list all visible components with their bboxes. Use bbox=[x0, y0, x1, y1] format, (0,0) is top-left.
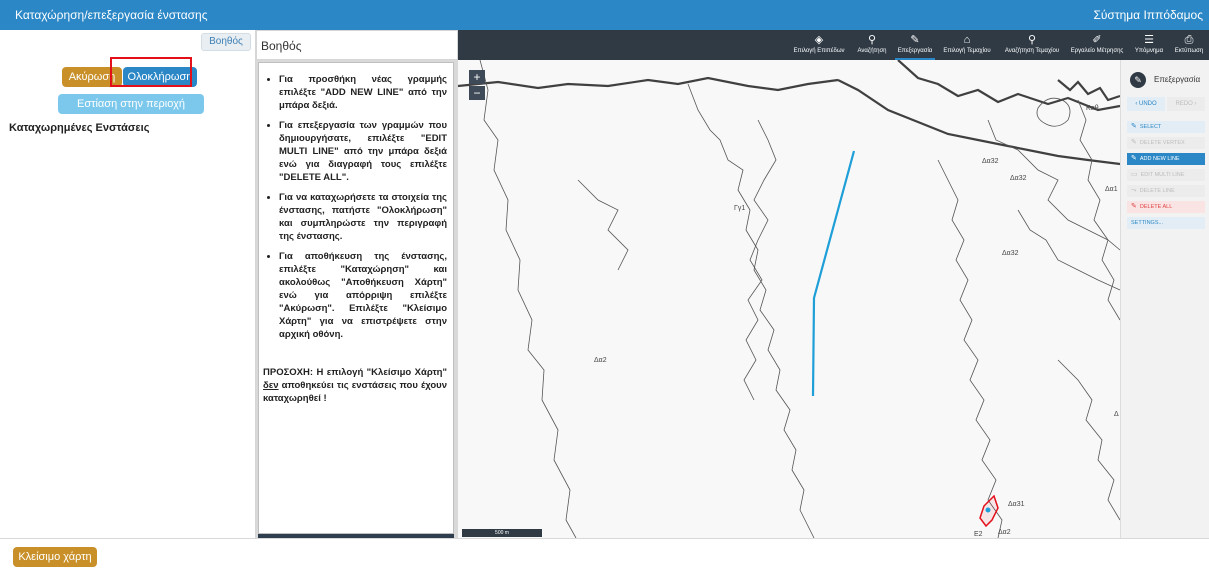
select-icon: ✎ bbox=[1131, 123, 1137, 130]
toolbar-label: Επιλογή Επιπέδων bbox=[793, 48, 845, 54]
map-area: ◈ Επιλογή Επιπέδων ⚲ Αναζήτηση ✎ Επεξεργ… bbox=[458, 30, 1209, 538]
map-label: Δα32 bbox=[1010, 175, 1027, 182]
toolbar-label: Εργαλείο Μέτρησης bbox=[1070, 48, 1124, 54]
help-warning: ΠΡΟΣΟΧΗ: Η επιλογή "Κλείσιμο Χάρτη" δεν … bbox=[259, 348, 453, 405]
delete-line-button[interactable]: ⤳ DELETE LINE bbox=[1127, 185, 1205, 197]
delete-line-label: DELETE LINE bbox=[1139, 188, 1175, 194]
toolbar-measure[interactable]: ✐ Εργαλείο Μέτρησης bbox=[1068, 30, 1126, 60]
footer-bar: Κλείσιμο χάρτη bbox=[0, 538, 1209, 568]
help-panel: Βοηθός Για προσθήκη νέας γραμμής επιλέξτ… bbox=[256, 30, 458, 538]
select-label: SELECT bbox=[1139, 124, 1162, 130]
parcel-vertex bbox=[985, 507, 991, 513]
toolbar-label: Εκτύπωση bbox=[1174, 48, 1204, 54]
map-label: Δα2 bbox=[998, 529, 1011, 536]
delete-all-button[interactable]: ✎ DELETE ALL bbox=[1127, 201, 1205, 213]
close-map-button[interactable]: Κλείσιμο χάρτη bbox=[13, 547, 97, 567]
map-toolbar: ◈ Επιλογή Επιπέδων ⚲ Αναζήτηση ✎ Επεξεργ… bbox=[458, 30, 1209, 60]
edit-multi-line-label: EDIT MULTI LINE bbox=[1140, 172, 1185, 178]
layers-icon: ◈ bbox=[814, 34, 824, 46]
edit-panel-title: Επεξεργασία bbox=[1154, 75, 1201, 84]
delete-vertex-button[interactable]: ✎ DELETE VERTEX bbox=[1127, 137, 1205, 149]
add-line-icon: ✎ bbox=[1131, 155, 1137, 162]
title-bar: Καταχώρηση/επεξεργασία ένστασης Σύστημα … bbox=[0, 0, 1209, 30]
delete-line-icon: ⤳ bbox=[1131, 187, 1137, 194]
help-instruction: Για επεξεργασία των γραμμών που δημιουργ… bbox=[279, 119, 447, 184]
registered-objections-heading: Καταχωρημένες Ενστάσεις bbox=[9, 122, 150, 134]
toolbar-legend[interactable]: ☰ Υπόμνημα bbox=[1130, 30, 1168, 60]
edit-panel: ✎ Επεξεργασία ‹ UNDO REDO › ✎ SELECT ✎ DEL… bbox=[1120, 60, 1209, 538]
ruler-icon: ✐ bbox=[1092, 34, 1102, 46]
toolbar-label: Αναζήτηση bbox=[857, 48, 887, 54]
map-label: Δα32 bbox=[982, 158, 999, 165]
help-instruction: Για προσθήκη νέας γραμμής επιλέξτε "ADD … bbox=[279, 73, 447, 112]
map-label: Kαθ bbox=[1086, 105, 1099, 112]
redo-label: REDO bbox=[1175, 101, 1193, 107]
help-button[interactable]: Βοηθός bbox=[201, 33, 251, 51]
add-new-line-label: ADD NEW LINE bbox=[1139, 156, 1180, 162]
help-warning-prefix: ΠΡΟΣΟΧΗ: Η επιλογή "Κλείσιμο Χάρτη" bbox=[263, 367, 447, 378]
map-label: Δα1 bbox=[1105, 186, 1118, 193]
help-instructions-list: Για προσθήκη νέας γραμμής επιλέξτε "ADD … bbox=[259, 63, 453, 341]
toolbar-edit[interactable]: ✎ Επεξεργασία bbox=[895, 30, 935, 60]
redo-button[interactable]: REDO › bbox=[1167, 97, 1205, 111]
delete-vertex-label: DELETE VERTEX bbox=[1139, 140, 1185, 146]
edit-multi-line-icon: ▭ bbox=[1131, 171, 1138, 178]
add-new-line-button[interactable]: ✎ ADD NEW LINE bbox=[1127, 153, 1205, 165]
zoom-out-button[interactable]: − bbox=[469, 86, 485, 100]
map-label: Δα2 bbox=[594, 357, 607, 364]
toolbar-parcel-select[interactable]: ⌂ Επιλογή Τεμαχίου bbox=[939, 30, 995, 60]
toolbar-label: Επιλογή Τεμαχίου bbox=[943, 48, 991, 54]
focus-study-area-button[interactable]: Εστίαση στην περιοχή μελέτης bbox=[58, 94, 204, 130]
help-instruction: Για αποθήκευση της ένστασης, επιλέξτε "Κ… bbox=[279, 250, 447, 341]
map-label: Δα31 bbox=[1008, 501, 1025, 508]
select-button[interactable]: ✎ SELECT bbox=[1127, 121, 1205, 133]
zoom-in-button[interactable]: + bbox=[469, 70, 485, 84]
map-background bbox=[458, 60, 1209, 538]
highlight-annotation bbox=[110, 57, 192, 87]
scale-bar: 500 m bbox=[462, 529, 542, 537]
help-panel-title: Βοηθός bbox=[261, 39, 302, 53]
parcel-search-icon: ⚲ bbox=[1027, 34, 1037, 46]
pencil-icon: ✎ bbox=[1130, 72, 1146, 88]
undo-button[interactable]: ‹ UNDO bbox=[1127, 97, 1165, 111]
toolbar-print[interactable]: ⎙ Εκτύπωση bbox=[1171, 30, 1207, 60]
map-label: Ε2 bbox=[974, 531, 983, 538]
map-label: Γγ1 bbox=[734, 205, 745, 212]
search-icon: ⚲ bbox=[867, 34, 877, 46]
map-label: Δα32 bbox=[1002, 250, 1019, 257]
settings-button[interactable]: SETTINGS... bbox=[1127, 217, 1205, 229]
help-instruction: Για να καταχωρήσετε τα στοιχεία της ένστ… bbox=[279, 191, 447, 243]
undo-label: UNDO bbox=[1139, 101, 1157, 107]
map-canvas[interactable]: Kαθ Δα32 Δα32 Δα1 Γγ1 Δα32 Δα2 Δα31 Ε2 Δ… bbox=[458, 60, 1209, 538]
delete-all-icon: ✎ bbox=[1131, 203, 1137, 210]
pencil-icon: ✎ bbox=[910, 34, 920, 46]
toolbar-label: Υπόμνημα bbox=[1134, 48, 1164, 54]
print-icon: ⎙ bbox=[1184, 34, 1194, 46]
page-title: Καταχώρηση/επεξεργασία ένστασης bbox=[15, 8, 208, 22]
edit-multi-line-button[interactable]: ▭ EDIT MULTI LINE bbox=[1127, 169, 1205, 181]
help-warning-emphasis: δεν bbox=[263, 380, 279, 391]
app-name: Σύστημα Ιππόδαμος bbox=[1093, 8, 1203, 22]
objection-panel: Βοηθός Ακύρωση Ολοκλήρωση Εστίαση στην π… bbox=[6, 30, 256, 538]
help-panel-header: Βοηθός bbox=[256, 30, 458, 60]
map-label: Δ bbox=[1114, 411, 1119, 418]
toolbar-search[interactable]: ⚲ Αναζήτηση bbox=[852, 30, 892, 60]
undo-redo-row: ‹ UNDO REDO › bbox=[1127, 97, 1205, 111]
delete-vertex-icon: ✎ bbox=[1131, 139, 1137, 146]
toolbar-label: Επεξεργασία bbox=[897, 48, 933, 54]
legend-icon: ☰ bbox=[1144, 34, 1154, 46]
help-panel-body[interactable]: Για προσθήκη νέας γραμμής επιλέξτε "ADD … bbox=[258, 62, 454, 534]
settings-label: SETTINGS... bbox=[1131, 220, 1164, 226]
toolbar-layers[interactable]: ◈ Επιλογή Επιπέδων bbox=[792, 30, 846, 60]
parcel-select-icon: ⌂ bbox=[963, 34, 971, 46]
help-warning-suffix: αποθηκεύει τις ενστάσεις που έχουν καταχ… bbox=[263, 380, 447, 404]
toolbar-label: Αναζήτηση Τεμαχίου bbox=[1004, 48, 1060, 54]
delete-all-label: DELETE ALL bbox=[1139, 204, 1173, 210]
toolbar-parcel-search[interactable]: ⚲ Αναζήτηση Τεμαχίου bbox=[998, 30, 1066, 60]
